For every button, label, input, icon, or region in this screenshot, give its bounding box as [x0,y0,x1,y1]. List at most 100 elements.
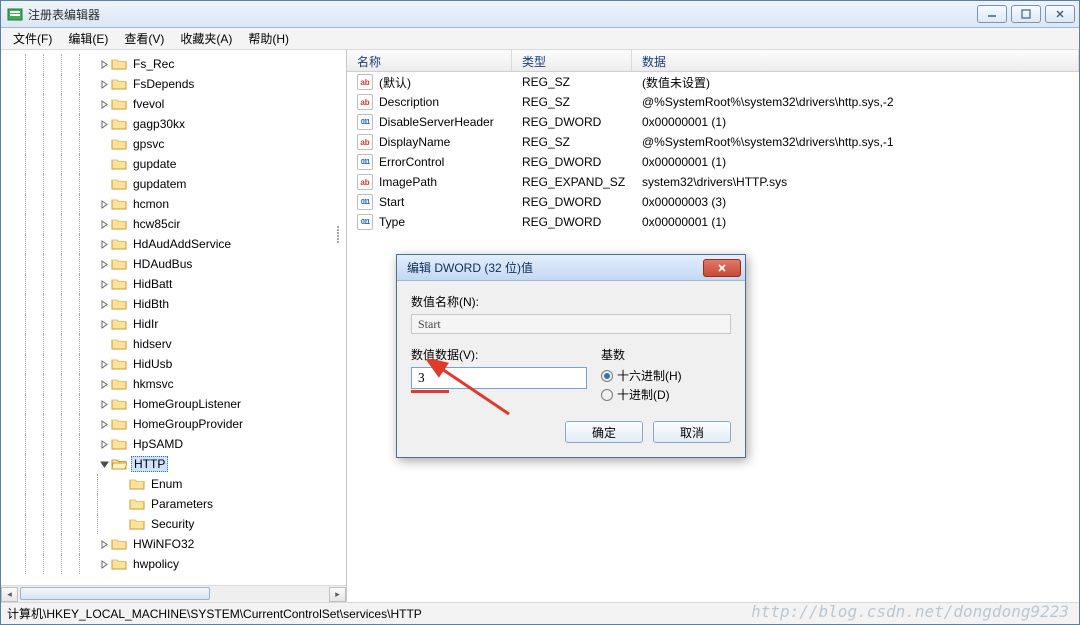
expander-icon[interactable] [97,237,111,251]
scroll-right-button[interactable]: ▸ [329,587,346,602]
list-row[interactable]: 011ErrorControlREG_DWORD0x00000001 (1) [347,152,1079,172]
value-type: REG_DWORD [512,155,632,169]
tree-item-hwpolicy[interactable]: hwpolicy [1,554,346,574]
radio-dec[interactable] [601,389,613,401]
tree-item-HpSAMD[interactable]: HpSAMD [1,434,346,454]
folder-icon [111,557,127,571]
expander-icon[interactable] [97,537,111,551]
expander-icon[interactable] [97,437,111,451]
value-data: @%SystemRoot%\system32\drivers\http.sys,… [632,95,1079,109]
maximize-button[interactable] [1011,5,1041,23]
string-value-icon: ab [357,74,373,90]
expander-icon[interactable] [97,357,111,371]
list-row[interactable]: 011TypeREG_DWORD0x00000001 (1) [347,212,1079,232]
expander-icon[interactable] [97,297,111,311]
expander-icon[interactable] [97,97,111,111]
expander-icon[interactable] [97,157,111,171]
tree-item-HomeGroupListener[interactable]: HomeGroupListener [1,394,346,414]
value-data-input[interactable] [411,367,587,389]
expander-icon[interactable] [97,57,111,71]
expander-icon[interactable] [97,137,111,151]
folder-icon [111,417,127,431]
expander-icon[interactable] [115,497,129,511]
menu-view[interactable]: 查看(V) [116,28,172,49]
expander-icon[interactable] [97,277,111,291]
close-button[interactable] [1045,5,1075,23]
menu-help[interactable]: 帮助(H) [240,28,297,49]
value-name: (默认) [379,74,411,91]
tree-item-HTTP[interactable]: HTTP [1,454,346,474]
tree-item-Fs_Rec[interactable]: Fs_Rec [1,54,346,74]
tree-item-gupdatem[interactable]: gupdatem [1,174,346,194]
tree-item-Enum[interactable]: Enum [1,474,346,494]
value-name: DisableServerHeader [379,115,494,129]
list-row[interactable]: 011StartREG_DWORD0x00000003 (3) [347,192,1079,212]
expander-icon[interactable] [97,317,111,331]
dialog-titlebar[interactable]: 编辑 DWORD (32 位)值 [397,255,745,281]
list-header: 名称 类型 数据 [347,50,1079,72]
expander-icon[interactable] [97,397,111,411]
expander-icon[interactable] [97,557,111,571]
tree-item-FsDepends[interactable]: FsDepends [1,74,346,94]
expander-icon[interactable] [97,257,111,271]
tree-item-fvevol[interactable]: fvevol [1,94,346,114]
expander-icon[interactable] [97,117,111,131]
tree-item-HidUsb[interactable]: HidUsb [1,354,346,374]
list-row[interactable]: 011DisableServerHeaderREG_DWORD0x0000000… [347,112,1079,132]
tree-scroll[interactable]: Fs_RecFsDependsfvevolgagp30kxgpsvcgupdat… [1,50,346,585]
tree-item-gagp30kx[interactable]: gagp30kx [1,114,346,134]
scroll-track[interactable] [18,587,329,602]
tree-item-HdAudAddService[interactable]: HdAudAddService [1,234,346,254]
tree-item-label: HdAudAddService [131,237,233,251]
cancel-button[interactable]: 取消 [653,421,731,443]
column-header-type[interactable]: 类型 [512,50,632,71]
expander-icon[interactable] [97,377,111,391]
tree-item-HDAudBus[interactable]: HDAudBus [1,254,346,274]
column-header-name[interactable]: 名称 [347,50,512,71]
tree-item-gpsvc[interactable]: gpsvc [1,134,346,154]
expander-icon[interactable] [97,337,111,351]
expander-icon[interactable] [97,77,111,91]
window-controls [977,5,1075,23]
folder-icon [111,217,127,231]
menu-favorites[interactable]: 收藏夹(A) [172,28,240,49]
annotation-underline [411,390,449,393]
expander-icon[interactable] [97,417,111,431]
tree-item-HidIr[interactable]: HidIr [1,314,346,334]
menu-edit[interactable]: 编辑(E) [60,28,116,49]
tree-item-HidBatt[interactable]: HidBatt [1,274,346,294]
list-row[interactable]: abDescriptionREG_SZ@%SystemRoot%\system3… [347,92,1079,112]
tree-item-Parameters[interactable]: Parameters [1,494,346,514]
expander-icon[interactable] [115,517,129,531]
expander-icon[interactable] [115,477,129,491]
expander-icon[interactable] [97,177,111,191]
value-name: Type [379,215,405,229]
scroll-thumb[interactable] [20,587,210,600]
minimize-button[interactable] [977,5,1007,23]
tree-item-hidserv[interactable]: hidserv [1,334,346,354]
list-row[interactable]: abDisplayNameREG_SZ@%SystemRoot%\system3… [347,132,1079,152]
tree-item-HomeGroupProvider[interactable]: HomeGroupProvider [1,414,346,434]
tree-horizontal-scrollbar[interactable]: ◂ ▸ [1,585,346,602]
column-header-data[interactable]: 数据 [632,50,1079,71]
list-row[interactable]: ab(默认)REG_SZ(数值未设置) [347,72,1079,92]
radio-dec-row[interactable]: 十进制(D) [601,386,731,403]
list-row[interactable]: abImagePathREG_EXPAND_SZsystem32\drivers… [347,172,1079,192]
tree-item-hcw85cir[interactable]: hcw85cir [1,214,346,234]
expander-icon[interactable] [97,217,111,231]
radio-hex-row[interactable]: 十六进制(H) [601,367,731,384]
scroll-left-button[interactable]: ◂ [1,587,18,602]
dialog-close-button[interactable] [703,259,741,277]
menu-file[interactable]: 文件(F) [5,28,60,49]
ok-button[interactable]: 确定 [565,421,643,443]
tree-item-HidBth[interactable]: HidBth [1,294,346,314]
app-icon [7,6,23,22]
expander-icon[interactable] [97,457,111,471]
expander-icon[interactable] [97,197,111,211]
tree-item-gupdate[interactable]: gupdate [1,154,346,174]
tree-item-hcmon[interactable]: hcmon [1,194,346,214]
tree-item-HWiNFO32[interactable]: HWiNFO32 [1,534,346,554]
radio-hex[interactable] [601,370,613,382]
tree-item-hkmsvc[interactable]: hkmsvc [1,374,346,394]
tree-item-Security[interactable]: Security [1,514,346,534]
